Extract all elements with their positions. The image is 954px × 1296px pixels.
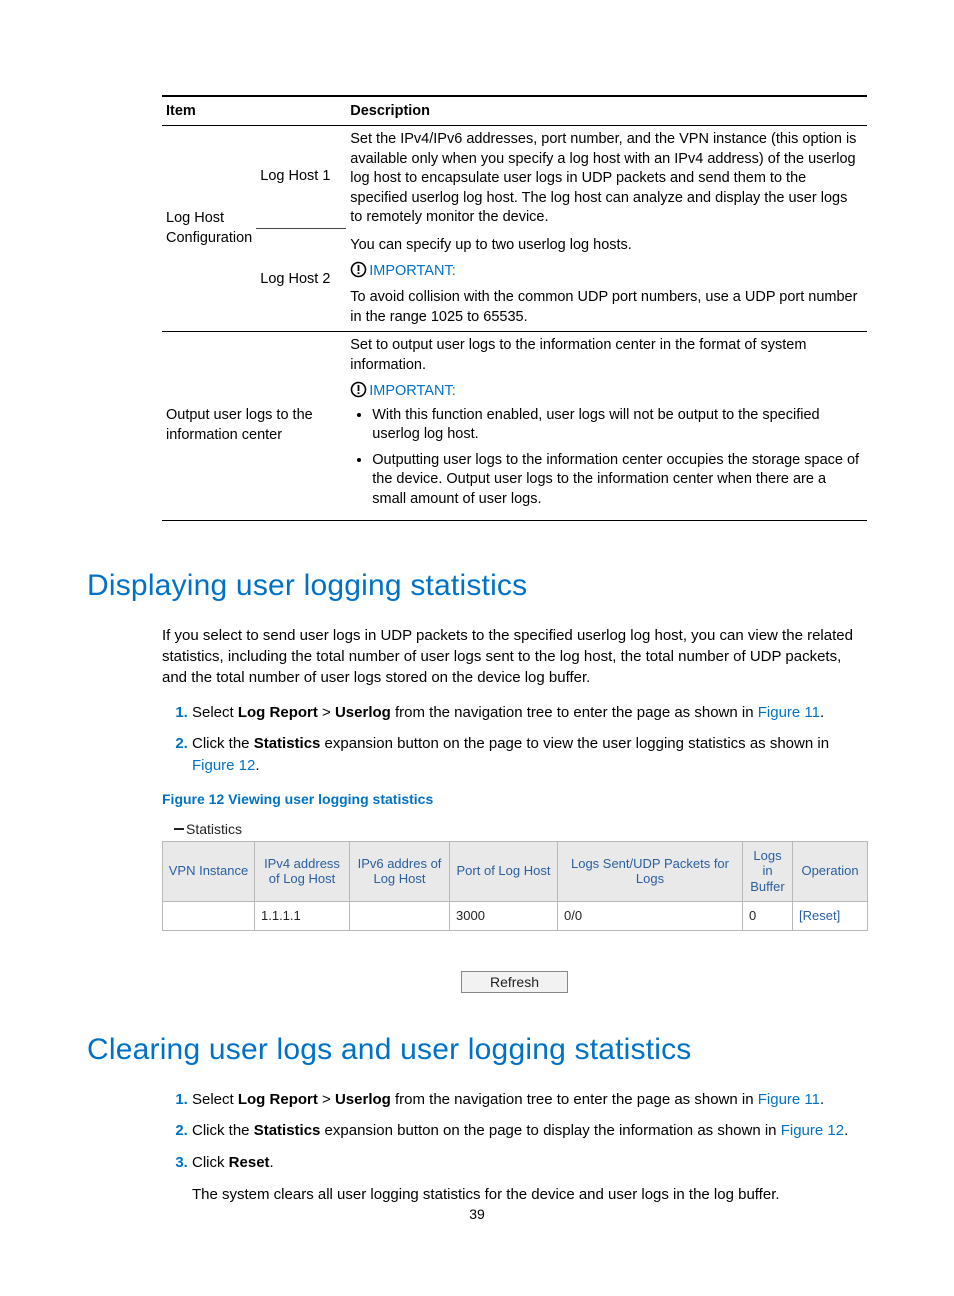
stats-td-op: [Reset] xyxy=(793,901,868,930)
link-figure-12[interactable]: Figure 12 xyxy=(192,757,255,774)
heading-clearing-logs: Clearing user logs and user logging stat… xyxy=(87,1033,867,1067)
stats-th-ipv6[interactable]: IPv6 addres of Log Host xyxy=(350,841,450,901)
loghost-desc-p3: To avoid collision with the common UDP p… xyxy=(350,288,863,327)
link-figure-11[interactable]: Figure 11 xyxy=(758,704,820,721)
important-icon xyxy=(350,263,369,279)
important-label-1: IMPORTANT: xyxy=(350,261,863,282)
figure-12-caption: Figure 12 Viewing user logging statistic… xyxy=(162,791,867,807)
stats-td-port: 3000 xyxy=(450,901,558,930)
stats-th-port[interactable]: Port of Log Host xyxy=(450,841,558,901)
statistics-table: VPN Instance IPv4 address of Log Host IP… xyxy=(162,841,868,931)
link-figure-12-b[interactable]: Figure 12 xyxy=(781,1122,844,1139)
stats-td-buffer: 0 xyxy=(743,901,793,930)
important-label-2: IMPORTANT: xyxy=(350,381,863,402)
section2-step-3-para: The system clears all user logging stati… xyxy=(192,1184,867,1206)
cell-loghost1: Log Host 1 xyxy=(256,126,346,229)
output-bullet-2: Outputting user logs to the information … xyxy=(372,451,863,510)
refresh-button[interactable]: Refresh xyxy=(461,971,568,993)
stats-th-sent[interactable]: Logs Sent/UDP Packets for Logs xyxy=(558,841,743,901)
heading-displaying-stats: Displaying user logging statistics xyxy=(87,569,867,603)
section1-step-1: Select Log Report > Userlog from the nav… xyxy=(192,702,867,724)
stats-td-ipv6 xyxy=(350,901,450,930)
stats-th-ipv4[interactable]: IPv4 address of Log Host xyxy=(255,841,350,901)
cell-loghost-desc: Set the IPv4/IPv6 addresses, port number… xyxy=(346,126,867,332)
collapse-icon xyxy=(174,828,184,830)
cell-loghost2: Log Host 2 xyxy=(256,229,346,332)
stats-th-vpn[interactable]: VPN Instance xyxy=(163,841,255,901)
stats-td-vpn xyxy=(163,901,255,930)
important-icon xyxy=(350,383,369,399)
section2-steps: Select Log Report > Userlog from the nav… xyxy=(162,1089,867,1206)
cell-output-center: Output user logs to the information cent… xyxy=(162,332,346,521)
section2-step-1: Select Log Report > Userlog from the nav… xyxy=(192,1089,867,1111)
output-bullet-1: With this function enabled, user logs wi… xyxy=(372,406,863,445)
cell-loghost-config: Log Host Configuration xyxy=(162,126,256,332)
page-number: 39 xyxy=(0,1206,954,1222)
stats-th-buffer[interactable]: Logs in Buffer xyxy=(743,841,793,901)
section1-step-2: Click the Statistics expansion button on… xyxy=(192,733,867,777)
stats-td-ipv4: 1.1.1.1 xyxy=(255,901,350,930)
section2-step-2: Click the Statistics expansion button on… xyxy=(192,1120,867,1142)
section1-intro: If you select to send user logs in UDP p… xyxy=(162,625,867,688)
cell-output-desc: Set to output user logs to the informati… xyxy=(346,332,867,521)
section2-step-3: Click Reset. The system clears all user … xyxy=(192,1152,867,1206)
loghost-desc-p1: Set the IPv4/IPv6 addresses, port number… xyxy=(350,130,863,228)
config-table: Item Description Log Host Configuration … xyxy=(162,95,867,521)
section1-steps: Select Log Report > Userlog from the nav… xyxy=(162,702,867,777)
th-description: Description xyxy=(346,96,867,126)
th-item: Item xyxy=(162,96,346,126)
stats-td-sent: 0/0 xyxy=(558,901,743,930)
link-figure-11-b[interactable]: Figure 11 xyxy=(758,1091,820,1108)
reset-link[interactable]: [Reset] xyxy=(799,908,840,923)
output-desc-p1: Set to output user logs to the informati… xyxy=(350,336,863,375)
loghost-desc-p2: You can specify up to two userlog log ho… xyxy=(350,236,863,256)
table-row: 1.1.1.1 3000 0/0 0 [Reset] xyxy=(163,901,868,930)
statistics-expander[interactable]: Statistics xyxy=(174,821,867,837)
stats-th-op[interactable]: Operation xyxy=(793,841,868,901)
